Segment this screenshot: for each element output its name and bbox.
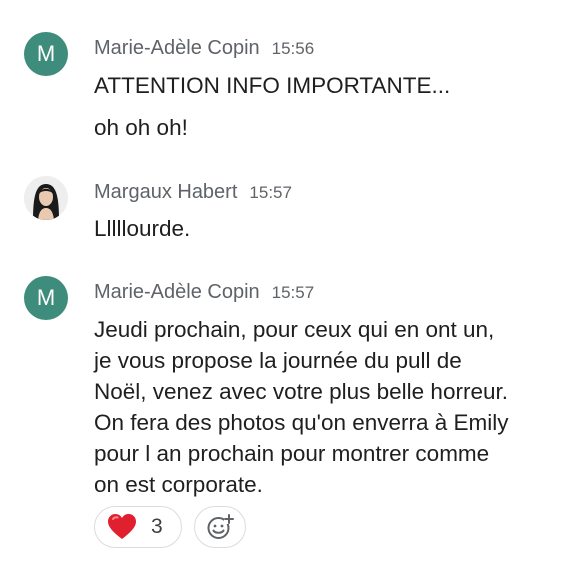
- add-emoji-icon: [207, 514, 234, 539]
- avatar-letter: M: [36, 41, 56, 66]
- timestamp: 15:57: [249, 183, 292, 202]
- reaction-chip-heart[interactable]: 3: [94, 506, 182, 548]
- message-text: On fera des photos qu'on enverra à Emily: [94, 410, 509, 435]
- red-heart-icon: [108, 514, 136, 539]
- message-header: Marie-Adèle Copin 15:56: [94, 36, 314, 61]
- message-text: je vous propose la journée du pull de: [94, 348, 462, 373]
- message-text: Noël, venez avec votre plus belle horreu…: [94, 379, 508, 404]
- timestamp: 15:57: [271, 283, 315, 302]
- user-photo-icon: [24, 176, 68, 220]
- timestamp: 15:56: [271, 39, 315, 58]
- message-text: oh oh oh!: [94, 115, 188, 140]
- chat-thread: M Marie-Adèle Copin 15:56 ATTENTION INFO …: [0, 0, 582, 578]
- message-text: pour l an prochain pour montrer comme: [94, 441, 490, 466]
- message-header: Margaux Habert 15:57: [94, 180, 292, 205]
- avatar[interactable]: [24, 176, 68, 220]
- reaction-count: 3: [151, 515, 163, 538]
- message-text: Jeudi prochain, pour ceux qui en ont un,: [94, 317, 495, 342]
- reaction-bar: 3: [94, 506, 246, 548]
- message-text: on est corporate.: [94, 472, 263, 497]
- sender-name[interactable]: Marie-Adèle Copin: [94, 281, 260, 303]
- message-header: Marie-Adèle Copin 15:57: [94, 280, 314, 305]
- avatar[interactable]: M: [24, 276, 68, 320]
- add-reaction-button[interactable]: [194, 506, 246, 548]
- avatar[interactable]: M: [24, 32, 68, 76]
- message-text: ATTENTION INFO IMPORTANTE...: [94, 73, 451, 98]
- sender-name[interactable]: Marie-Adèle Copin: [94, 37, 260, 59]
- message-text: Lllllourde.: [94, 216, 191, 241]
- avatar-letter: M: [36, 285, 56, 310]
- sender-name[interactable]: Margaux Habert: [94, 181, 237, 203]
